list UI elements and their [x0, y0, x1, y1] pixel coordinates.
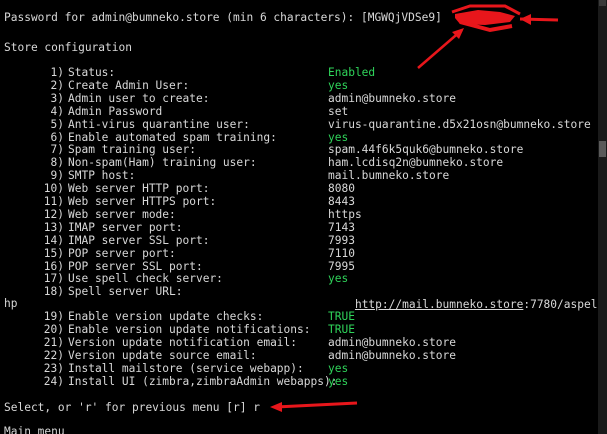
config-item-label: Anti-virus quarantine user: — [68, 117, 250, 131]
config-item-label: Admin user to create: — [68, 91, 210, 105]
config-item-number: 5) — [50, 117, 64, 131]
config-item-number: 23) — [43, 361, 64, 375]
config-item-value: TRUE — [328, 310, 355, 323]
config-item-value: https — [328, 207, 362, 221]
config-item-label: POP server port: — [68, 246, 176, 260]
config-item-number: 15) — [43, 246, 64, 260]
config-item-value: admin@bumneko.store — [328, 335, 456, 349]
config-item-label: Status: — [68, 66, 116, 79]
config-item-number: 3) — [50, 91, 64, 105]
config-item-number: 11) — [43, 195, 64, 208]
scrollbar-thumb[interactable] — [599, 141, 606, 157]
spell-server-url-rest: :7780/aspell.p — [523, 297, 598, 311]
config-item-label: Web server HTTPS port: — [68, 195, 217, 208]
spell-server-link[interactable]: http://mail.bumneko.store — [355, 298, 523, 311]
config-item-number: 22) — [43, 348, 64, 362]
config-item-label: Spell server URL: — [68, 285, 183, 299]
config-item-label: Version update notification email: — [68, 335, 298, 349]
select-prompt[interactable]: Select, or 'r' for previous menu [r] r — [4, 401, 260, 415]
config-item-value: yes — [328, 361, 349, 375]
config-item-label: IMAP server port: — [68, 220, 183, 234]
config-item-number: 24) — [43, 374, 64, 388]
config-item-label: Install mailstore (service webapp): — [68, 361, 304, 375]
config-item-value: yes — [328, 78, 349, 92]
config-item-number: 4) — [50, 104, 64, 118]
config-item-number: 13) — [43, 220, 64, 234]
vertical-scrollbar[interactable] — [598, 0, 607, 434]
config-item-value: set — [328, 104, 349, 118]
config-item-value: 7143 — [328, 220, 355, 234]
config-item-label: Web server mode: — [68, 207, 176, 221]
config-item-value: virus-quarantine.d5x21osn@bumneko.store — [328, 117, 591, 131]
config-item-label: Install UI (zimbra,zimbraAdmin webapps): — [68, 374, 338, 388]
config-item-number: 19) — [43, 310, 64, 323]
spell-server-url: http://mail.bumneko.store:7780/aspell.p — [328, 286, 598, 325]
config-item-value: 8443 — [328, 195, 355, 208]
config-item-value: 7993 — [328, 233, 355, 247]
config-item-value: 7110 — [328, 246, 355, 260]
config-item-value: admin@bumneko.store — [328, 91, 456, 105]
config-item-value: yes — [328, 374, 349, 388]
terminal-window[interactable]: Password for admin@bumneko.store (min 6 … — [0, 0, 598, 434]
config-item-value: admin@bumneko.store — [328, 348, 456, 362]
config-item-number: 2) — [50, 78, 64, 92]
config-item-number: 20) — [43, 322, 64, 336]
config-item-value: TRUE — [328, 322, 355, 336]
config-item-value: Enabled — [328, 66, 376, 79]
scroll-up-arrow[interactable] — [599, 0, 606, 6]
config-item-label: Enable version update checks: — [68, 310, 264, 323]
config-item-label: Enable version update notifications: — [68, 322, 311, 336]
spell-server-url-wrap: hp — [4, 297, 18, 310]
config-item-label: Admin Password — [68, 104, 163, 118]
config-item-number: 21) — [43, 335, 64, 349]
section-title: Store configuration — [4, 41, 132, 54]
config-item-number: 1) — [50, 66, 64, 79]
main-menu-heading: Main menu — [4, 425, 65, 434]
config-item-number: 14) — [43, 233, 64, 247]
config-item-label: IMAP server SSL port: — [68, 233, 210, 247]
config-item-label: Version update source email: — [68, 348, 257, 362]
config-item-number: 12) — [43, 207, 64, 221]
config-item-value: yes — [328, 272, 349, 286]
config-item-label: Create Admin User: — [68, 78, 190, 92]
password-prompt: Password for admin@bumneko.store (min 6 … — [4, 11, 442, 24]
